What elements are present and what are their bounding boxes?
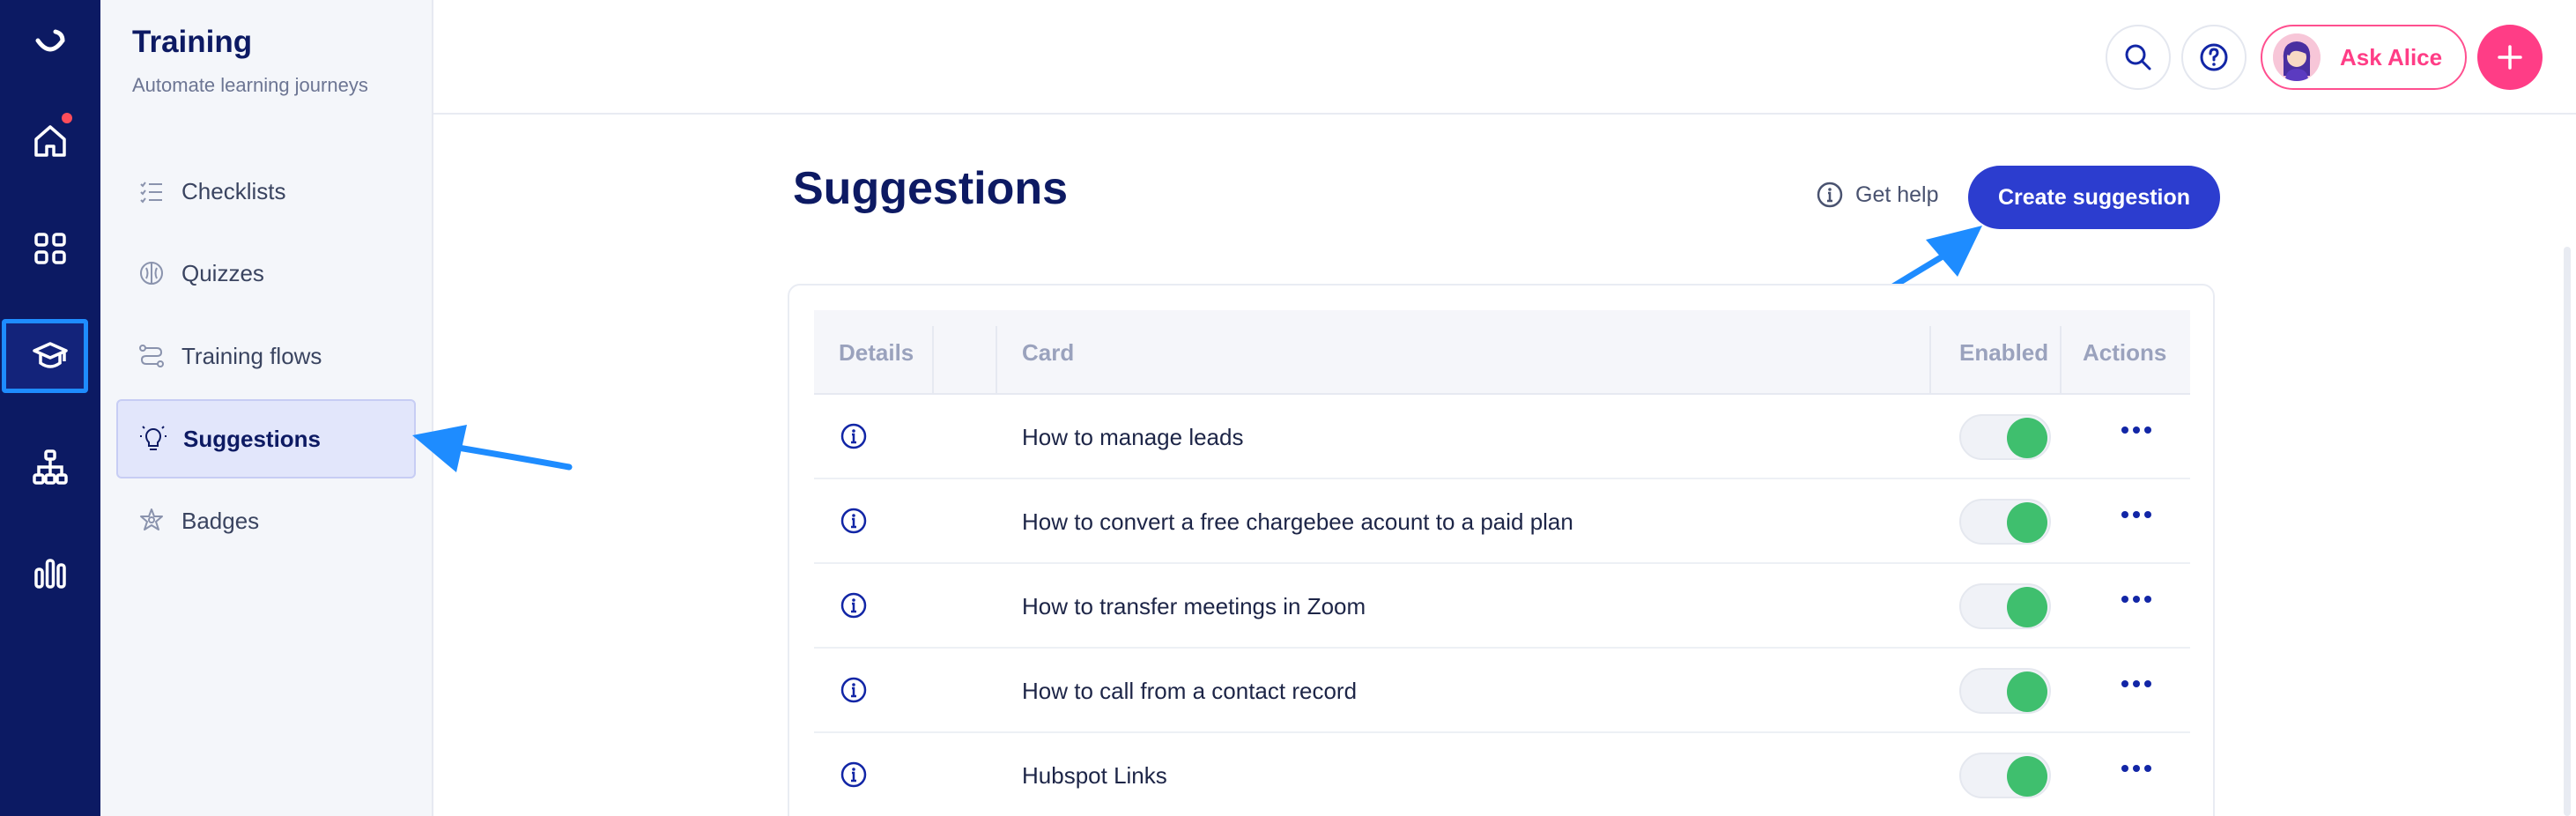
get-help-label: Get help [1855,182,1939,207]
more-actions-icon[interactable] [2121,427,2151,434]
sidebar-item-quizzes[interactable]: Quizzes [116,234,416,313]
details-info-icon[interactable] [839,590,869,620]
details-info-icon[interactable] [839,421,869,451]
enabled-toggle[interactable] [1959,414,2051,460]
sidebar-item-checklists[interactable]: Checklists [116,152,416,231]
search-button[interactable] [2106,25,2171,90]
sidebar-item-suggestions[interactable]: Suggestions [116,399,416,478]
more-actions-icon[interactable] [2121,680,2151,687]
card-title: How to call from a contact record [1022,677,1358,704]
column-header-details[interactable]: Details [839,310,914,395]
graduation-cap-icon[interactable] [0,312,100,400]
avatar [2273,33,2321,81]
details-info-icon[interactable] [839,760,869,790]
column-header-card[interactable]: Card [1022,310,1074,395]
page-title: Suggestions [793,163,1069,214]
sidebar-item-label: Training flows [181,342,322,369]
create-suggestion-button[interactable]: Create suggestion [1968,166,2220,229]
details-info-icon[interactable] [839,506,869,536]
home-icon[interactable] [0,97,100,185]
apps-icon[interactable] [0,204,100,293]
ask-alice-label: Ask Alice [2340,43,2443,70]
column-header-enabled[interactable]: Enabled [1959,310,2048,395]
column-divider [996,326,997,395]
sidebar-item-label: Checklists [181,177,286,204]
suggestions-table-card: Details Card Enabled Actions How to mana… [788,284,2215,816]
more-actions-icon[interactable] [2121,511,2151,518]
org-chart-icon[interactable] [0,423,100,511]
annotation-arrow-sidebar [412,425,573,472]
card-title: How to convert a free chargebee acount t… [1022,508,1573,535]
info-icon [1817,182,1843,208]
sidebar-item-label: Quizzes [181,259,264,286]
flow-icon [136,340,167,372]
badge-icon [136,505,167,537]
enabled-toggle[interactable] [1959,668,2051,714]
page-scrollbar[interactable] [2564,247,2571,816]
column-divider [1929,326,1931,395]
notification-dot [62,113,72,123]
app-rail [0,0,100,816]
enabled-toggle[interactable] [1959,499,2051,545]
logo-icon[interactable] [0,0,100,88]
sidebar-item-label: Badges [181,507,260,534]
plus-icon [2498,45,2522,70]
brain-icon [136,257,167,289]
training-sidebar: Training Automate learning journeys Chec… [100,0,433,816]
table-row[interactable]: How to transfer meetings in Zoom [814,564,2190,649]
more-actions-icon[interactable] [2121,765,2151,772]
table-header: Details Card Enabled Actions [814,310,2190,395]
sidebar-title: Training [132,25,253,59]
search-icon [2125,44,2151,70]
help-button[interactable] [2181,25,2247,90]
ask-alice-button[interactable]: Ask Alice [2261,25,2467,90]
card-title: How to transfer meetings in Zoom [1022,592,1366,619]
top-bar [433,0,2576,115]
lightbulb-icon [137,423,169,455]
more-actions-icon[interactable] [2121,596,2151,603]
enabled-toggle[interactable] [1959,753,2051,798]
checklist-icon [136,175,167,207]
get-help-link[interactable]: Get help [1815,180,1939,210]
analytics-icon[interactable] [0,529,100,617]
card-title: Hubspot Links [1022,761,1167,789]
enabled-toggle[interactable] [1959,583,2051,629]
question-icon [2200,43,2228,71]
table-row[interactable]: Hubspot Links [814,733,2190,816]
sidebar-subtitle: Automate learning journeys [132,74,368,96]
card-title: How to manage leads [1022,423,1244,450]
details-info-icon[interactable] [839,675,869,705]
column-divider [2060,326,2062,395]
sidebar-item-training-flows[interactable]: Training flows [116,316,416,396]
add-button[interactable] [2477,25,2543,90]
table-row[interactable]: How to manage leads [814,395,2190,479]
column-header-actions: Actions [2083,338,2167,366]
sidebar-item-label: Suggestions [183,425,322,452]
sidebar-item-badges[interactable]: Badges [116,481,416,560]
column-divider [932,326,934,395]
table-row[interactable]: How to convert a free chargebee acount t… [814,479,2190,564]
table-row[interactable]: How to call from a contact record [814,649,2190,733]
